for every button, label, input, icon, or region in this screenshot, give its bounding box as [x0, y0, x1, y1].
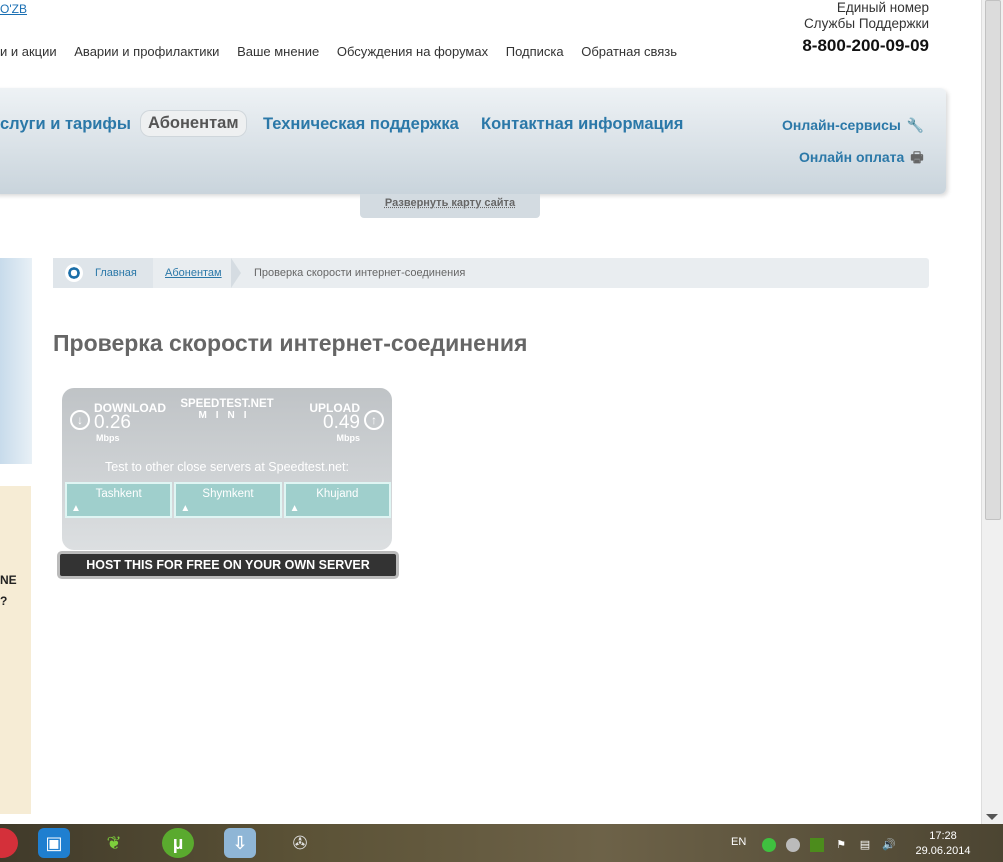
nav-services-tariffs[interactable]: слуги и тарифы	[0, 115, 131, 134]
page-title: Проверка скорости интернет-соединения	[53, 330, 528, 356]
side-banner	[0, 258, 32, 464]
upload-value: 0.49	[323, 412, 360, 433]
flag-icon[interactable]: ⚑	[834, 838, 848, 852]
top-menu: и и акции Аварии и профилактики Ваше мне…	[0, 44, 691, 59]
tray-nvidia-icon[interactable]	[810, 838, 824, 852]
speedtest-brand-name: SPEEDTEST.NET	[180, 398, 274, 410]
nav-tech-support[interactable]: Техническая поддержка	[263, 115, 459, 134]
support-line1: Единый номер	[836, 0, 929, 15]
logo-icon	[65, 264, 83, 282]
upload-unit: Mbps	[336, 433, 361, 443]
triangle-icon: ▲	[180, 503, 191, 514]
butterfly-icon[interactable]: ❦	[98, 828, 130, 858]
card-icon: 🖶	[910, 149, 924, 165]
online-services-label: Онлайн-сервисы	[782, 117, 901, 133]
breadcrumb-section[interactable]: Абонентам	[165, 267, 222, 279]
language-link[interactable]: O'ZB	[0, 2, 27, 16]
speedtest-servers-caption: Test to other close servers at Speedtest…	[105, 460, 349, 474]
keyboard-language[interactable]: EN	[731, 836, 746, 848]
film-reel-icon[interactable]: ✇	[284, 828, 316, 858]
side-panel-text: NE ?	[0, 570, 17, 612]
server-tashkent[interactable]: Tashkent ▲	[65, 482, 173, 518]
breadcrumb-separator	[231, 258, 241, 288]
server-shymkent[interactable]: Shymkent ▲	[174, 482, 282, 518]
sitemap-toggle[interactable]: Развернуть карту сайта	[360, 194, 540, 218]
top-menu-opinion[interactable]: Ваше мнение	[237, 44, 319, 59]
server-label: Shymkent	[202, 488, 254, 500]
top-menu-promotions[interactable]: и и акции	[0, 44, 57, 59]
speedtest-server-list: Tashkent ▲ Shymkent ▲ Khujand ▲	[64, 482, 392, 518]
server-label: Khujand	[316, 488, 359, 500]
support-contact: Единый номер Службы Поддержки 8-800-200-…	[802, 0, 929, 54]
network-icon[interactable]: ▤	[858, 838, 872, 852]
system-clock[interactable]: 17:28 29.06.2014	[912, 829, 974, 859]
main-navbar	[0, 88, 946, 194]
sitemap-label: Развернуть карту сайта	[384, 197, 516, 209]
volume-icon[interactable]: 🔊	[882, 838, 896, 852]
scrollbar-thumb[interactable]	[985, 0, 1001, 520]
top-menu-subscription[interactable]: Подписка	[506, 44, 564, 59]
clock-date: 29.06.2014	[915, 845, 971, 857]
page-margin	[952, 0, 982, 824]
side-text-line2: ?	[0, 594, 8, 608]
top-menu-feedback[interactable]: Обратная связь	[581, 44, 677, 59]
top-menu-outages[interactable]: Аварии и профилактики	[74, 44, 219, 59]
speedtest-widget: ↓ DOWNLOAD 0.26 Mbps SPEEDTEST.NET MINI …	[58, 388, 398, 580]
nav-contact-info[interactable]: Контактная информация	[481, 115, 683, 134]
nav-subscribers[interactable]: Абонентам	[140, 110, 247, 137]
host-for-free-button[interactable]: HOST THIS FOR FREE ON YOUR OWN SERVER	[60, 554, 396, 576]
online-payment-link[interactable]: Онлайн оплата 🖶	[799, 147, 924, 171]
vertical-scrollbar[interactable]	[981, 0, 1003, 824]
support-phone: 8-800-200-09-09	[802, 36, 929, 55]
breadcrumb-home-label: Главная	[95, 267, 137, 279]
download-manager-icon[interactable]: ⇩	[224, 828, 256, 858]
breadcrumb-current: Проверка скорости интернет-соединения	[254, 267, 466, 279]
tray-status-icon[interactable]	[762, 838, 776, 852]
breadcrumb: Главная Абонентам Проверка скорости инте…	[53, 258, 929, 288]
app-window-icon[interactable]: ▣	[38, 828, 70, 858]
support-line2: Службы Поддержки	[803, 16, 929, 31]
top-menu-forums[interactable]: Обсуждения на форумах	[337, 44, 488, 59]
server-khujand[interactable]: Khujand ▲	[283, 482, 391, 518]
utorrent-icon[interactable]: µ	[162, 828, 194, 858]
clock-time: 17:28	[929, 830, 957, 842]
upload-arrow-icon: ↑	[364, 410, 384, 430]
tray-disc-icon[interactable]	[786, 838, 800, 852]
online-services-link[interactable]: Онлайн-сервисы 🔧	[782, 117, 924, 134]
windows-taskbar	[0, 824, 1003, 862]
triangle-icon: ▲	[71, 503, 81, 514]
download-unit: Mbps	[96, 433, 120, 443]
speedtest-panel: ↓ DOWNLOAD 0.26 Mbps SPEEDTEST.NET MINI …	[62, 388, 392, 550]
breadcrumb-home[interactable]: Главная	[53, 258, 153, 288]
online-payment-label: Онлайн оплата	[799, 149, 905, 165]
scroll-down-arrow-icon[interactable]	[986, 814, 998, 820]
server-label: Tashkent	[95, 488, 142, 500]
side-panel	[0, 486, 31, 814]
wrench-icon: 🔧	[906, 117, 925, 133]
triangle-icon: ▲	[289, 503, 300, 514]
side-text-line1: NE	[0, 573, 17, 587]
